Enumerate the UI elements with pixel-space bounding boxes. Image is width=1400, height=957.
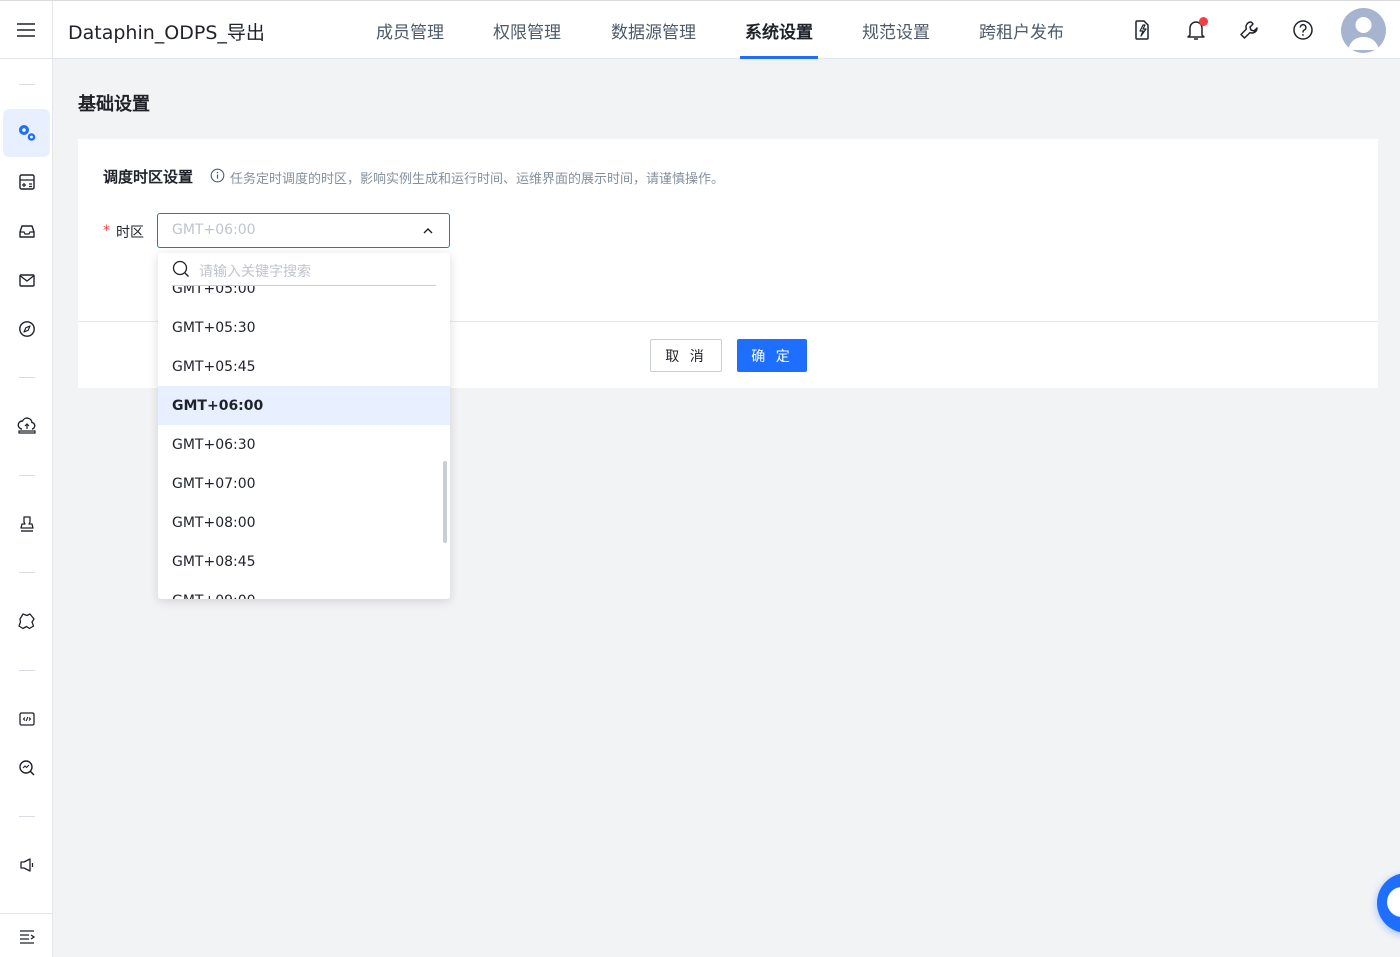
settings-gears-icon: [19, 125, 36, 141]
compass-icon: [19, 321, 35, 337]
sidebar-divider: [19, 84, 35, 85]
code-window-icon: [19, 712, 35, 726]
tab-cross-tenant-publish[interactable]: 跨租户发布: [979, 18, 1064, 43]
sidebar-divider: [19, 572, 35, 573]
hamburger-menu-icon: [17, 23, 35, 37]
floating-assistant-button[interactable]: [1377, 873, 1400, 933]
sidebar-expand-button[interactable]: [15, 925, 39, 949]
sidebar-item-puzzle[interactable]: [15, 609, 39, 633]
active-tab-indicator: [740, 56, 818, 59]
timezone-option[interactable]: GMT+08:00: [158, 503, 450, 542]
app-title[interactable]: Dataphin_ODPS_导出: [68, 18, 265, 45]
timezone-option-list[interactable]: GMT+05:00 GMT+05:30 GMT+05:45 GMT+06:00 …: [158, 253, 450, 599]
tab-permission-management[interactable]: 权限管理: [493, 18, 561, 43]
help-icon: [1293, 20, 1313, 40]
search-placeholder: 请输入关键字搜索: [199, 264, 311, 280]
stamp-icon: [20, 516, 34, 532]
timezone-dropdown: GMT+05:00 GMT+05:30 GMT+05:45 GMT+06:00 …: [158, 253, 450, 599]
search-icon: [172, 260, 189, 277]
tools-button[interactable]: [1237, 18, 1261, 42]
inbox-icon: [19, 225, 35, 238]
info-icon: [210, 168, 225, 183]
mail-icon: [19, 274, 35, 287]
tab-member-management[interactable]: 成员管理: [376, 18, 444, 43]
sidebar-item-settings[interactable]: [15, 121, 39, 145]
cloud-upload-icon: [17, 417, 36, 434]
sidebar-divider: [19, 475, 35, 476]
tab-standard-settings[interactable]: 规范设置: [862, 18, 930, 43]
notification-badge: [1199, 17, 1208, 26]
lightning-icon: [1135, 20, 1149, 40]
confirm-button[interactable]: 确 定: [737, 339, 807, 372]
sidebar-item-code[interactable]: [15, 707, 39, 731]
sidebar-item-compass[interactable]: [15, 317, 39, 341]
timezone-option[interactable]: GMT+05:45: [158, 347, 450, 386]
calculator-icon: [19, 174, 35, 190]
timezone-select[interactable]: GMT+06:00: [157, 213, 450, 248]
list-expand-icon: [20, 930, 36, 944]
sidebar-divider: [19, 377, 35, 378]
section-title: 调度时区设置: [103, 168, 194, 186]
sidebar-item-calculator[interactable]: [15, 170, 39, 194]
speaker-icon: [20, 858, 34, 872]
puzzle-icon: [18, 613, 35, 630]
user-avatar-icon: [1348, 17, 1379, 50]
sidebar-footer-divider: [0, 913, 53, 914]
dropdown-search-input[interactable]: 请输入关键字搜索: [172, 253, 436, 286]
sidebar-item-stamp[interactable]: [15, 512, 39, 536]
search-chart-icon: [19, 760, 35, 776]
timezone-option[interactable]: GMT+09:00: [158, 581, 450, 600]
section-hint: 任务定时调度的时区，影响实例生成和运行时间、运维界面的展示时间，请谨慎操作。: [230, 172, 725, 187]
tab-system-settings[interactable]: 系统设置: [745, 18, 813, 43]
left-sidebar: [0, 59, 53, 957]
top-navigation-bar: Dataphin_ODPS_导出 成员管理 权限管理 数据源管理 系统设置 规范…: [0, 0, 1400, 59]
user-avatar[interactable]: [1341, 8, 1386, 53]
lightning-button[interactable]: [1130, 18, 1154, 42]
sidebar-item-inbox[interactable]: [15, 219, 39, 243]
sidebar-divider: [19, 670, 35, 671]
sidebar-item-search-chart[interactable]: [15, 756, 39, 780]
timezone-option[interactable]: GMT+08:45: [158, 542, 450, 581]
required-asterisk: *: [103, 223, 110, 239]
page-title: 基础设置: [78, 94, 150, 115]
sidebar-item-announcement[interactable]: [15, 853, 39, 877]
timezone-option[interactable]: GMT+06:30: [158, 425, 450, 464]
sidebar-item-cloud-upload[interactable]: [15, 414, 39, 438]
dropdown-scrollbar[interactable]: [443, 461, 447, 543]
chevron-up-icon: [423, 228, 433, 234]
timezone-option[interactable]: GMT+05:30: [158, 308, 450, 347]
wrench-icon: [1240, 21, 1258, 39]
timezone-label: 时区: [116, 225, 144, 241]
sidebar-divider: [19, 816, 35, 817]
timezone-option-selected[interactable]: GMT+06:00: [158, 386, 450, 425]
menu-toggle-button[interactable]: [0, 1, 53, 59]
timezone-select-value: GMT+06:00: [172, 222, 256, 238]
help-button[interactable]: [1291, 18, 1315, 42]
assistant-icon: [1387, 887, 1400, 917]
sidebar-item-mail[interactable]: [15, 268, 39, 292]
timezone-option[interactable]: GMT+07:00: [158, 464, 450, 503]
tab-datasource-management[interactable]: 数据源管理: [611, 18, 696, 43]
cancel-button[interactable]: 取 消: [650, 339, 722, 372]
